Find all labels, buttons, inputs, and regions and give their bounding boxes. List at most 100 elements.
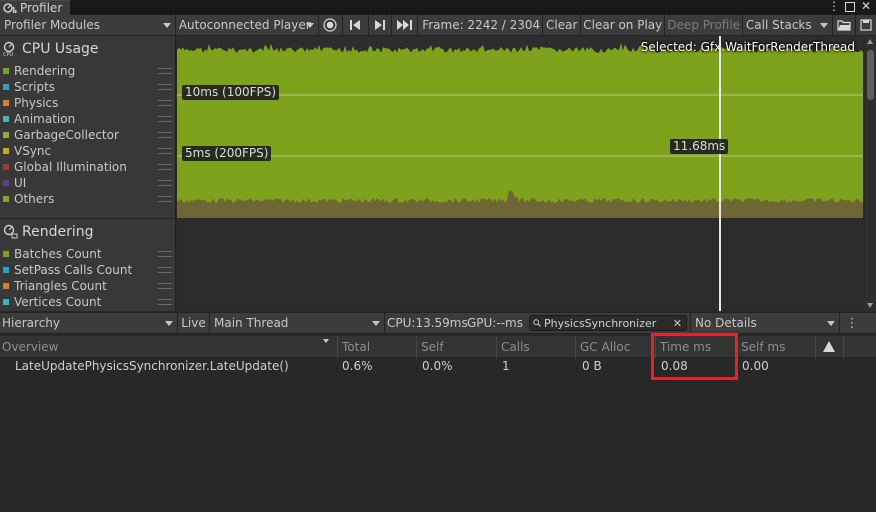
legend-item[interactable]: Physics bbox=[0, 95, 176, 111]
legend-swatch[interactable] bbox=[3, 132, 9, 138]
frame-cursor[interactable] bbox=[719, 36, 721, 311]
legend-swatch[interactable] bbox=[3, 68, 9, 74]
cpu-module-header[interactable]: CPU CPU Usage bbox=[0, 38, 99, 60]
thread-dropdown[interactable]: Main Thread bbox=[210, 312, 385, 334]
profiler-toolbar: Profiler Modules Autoconnected Player Fr… bbox=[0, 14, 876, 36]
legend-item[interactable]: Triangles Count bbox=[0, 278, 176, 294]
scrollbar-thumb[interactable] bbox=[867, 50, 874, 100]
search-input[interactable]: PhysicsSynchronizer bbox=[544, 317, 656, 330]
deep-profile-button[interactable]: Deep Profile bbox=[665, 14, 743, 36]
save-icon bbox=[860, 19, 872, 31]
close-icon[interactable]: ✕ bbox=[859, 0, 873, 14]
drag-handle-icon[interactable] bbox=[158, 299, 172, 305]
svg-text:CPU: CPU bbox=[3, 52, 14, 57]
drag-handle-icon[interactable] bbox=[158, 283, 172, 289]
gridline-10ms-label: 10ms (100FPS) bbox=[182, 85, 280, 100]
drag-handle-icon[interactable] bbox=[158, 196, 172, 202]
legend-item[interactable]: Rendering bbox=[0, 63, 176, 79]
next-frame-button[interactable] bbox=[369, 14, 393, 36]
drag-handle-icon[interactable] bbox=[158, 267, 172, 273]
rendering-module-header[interactable]: Rendering bbox=[0, 221, 94, 243]
legend-label: VSync bbox=[14, 144, 52, 158]
details-dropdown[interactable]: No Details bbox=[690, 312, 840, 334]
drag-handle-icon[interactable] bbox=[158, 68, 172, 74]
table-row[interactable]: LateUpdatePhysicsSynchronizer.LateUpdate… bbox=[0, 358, 876, 374]
row-total: 0.6% bbox=[342, 359, 373, 373]
legend-swatch[interactable] bbox=[3, 180, 9, 186]
profiler-tab[interactable]: Profiler bbox=[0, 0, 70, 15]
cpu-usage-chart[interactable] bbox=[177, 36, 863, 218]
legend-swatch[interactable] bbox=[3, 251, 9, 257]
legend-swatch[interactable] bbox=[3, 299, 9, 305]
cpu-icon: CPU bbox=[3, 41, 15, 57]
drag-handle-icon[interactable] bbox=[158, 180, 172, 186]
table-header: Overview Total Self Calls GC Alloc Time … bbox=[0, 336, 876, 358]
legend-swatch[interactable] bbox=[3, 283, 9, 289]
details-menu-icon[interactable]: ⋮ bbox=[840, 313, 864, 334]
column-warning[interactable] bbox=[815, 336, 843, 358]
save-button[interactable] bbox=[856, 15, 876, 36]
column-gc-alloc[interactable]: GC Alloc bbox=[575, 336, 655, 358]
legend-item[interactable]: Others bbox=[0, 191, 176, 207]
legend-swatch[interactable] bbox=[3, 267, 9, 273]
legend-swatch[interactable] bbox=[3, 196, 9, 202]
clear-on-play-button[interactable]: Clear on Play bbox=[581, 14, 666, 36]
legend-item[interactable]: SetPass Calls Count bbox=[0, 262, 176, 278]
legend-item[interactable]: Animation bbox=[0, 111, 176, 127]
drag-handle-icon[interactable] bbox=[158, 164, 172, 170]
details-label: No Details bbox=[695, 316, 757, 330]
chart-area[interactable]: 10ms (100FPS) 5ms (200FPS) Selected: Gfx… bbox=[177, 36, 865, 311]
current-frame-button[interactable] bbox=[392, 14, 419, 36]
drag-handle-icon[interactable] bbox=[158, 84, 172, 90]
view-mode-dropdown[interactable]: Hierarchy bbox=[0, 312, 178, 334]
drag-handle-icon[interactable] bbox=[158, 251, 172, 257]
drag-handle-icon[interactable] bbox=[158, 132, 172, 138]
cpu-rendering-area bbox=[177, 43, 863, 218]
legend-swatch[interactable] bbox=[3, 100, 9, 106]
drag-handle-icon[interactable] bbox=[158, 148, 172, 154]
legend-swatch[interactable] bbox=[3, 116, 9, 122]
column-self[interactable]: Self bbox=[416, 336, 496, 358]
legend-swatch[interactable] bbox=[3, 84, 9, 90]
details-toolbar: Hierarchy Live Main Thread CPU:13.59ms G… bbox=[0, 312, 876, 334]
search-icon bbox=[533, 319, 541, 327]
column-calls[interactable]: Calls bbox=[496, 336, 575, 358]
row-self-ms: 0.00 bbox=[742, 359, 769, 373]
call-stacks-dropdown[interactable]: Call Stacks bbox=[743, 14, 834, 36]
legend-item[interactable]: Global Illumination bbox=[0, 159, 176, 175]
warning-icon bbox=[823, 341, 835, 352]
rendering-chart[interactable] bbox=[177, 219, 863, 311]
maximize-icon[interactable] bbox=[843, 0, 857, 14]
search-field[interactable]: PhysicsSynchronizer ✕ bbox=[529, 315, 687, 331]
view-mode-label: Hierarchy bbox=[2, 316, 61, 330]
live-toggle[interactable]: Live bbox=[178, 312, 210, 334]
profiler-modules-dropdown[interactable]: Profiler Modules bbox=[0, 14, 176, 36]
kebab-menu-icon[interactable]: ⋮ bbox=[827, 0, 841, 14]
scroll-down-icon[interactable] bbox=[867, 303, 873, 308]
rendering-icon bbox=[3, 224, 18, 239]
column-total[interactable]: Total bbox=[337, 336, 416, 358]
first-frame-button[interactable] bbox=[343, 14, 369, 36]
drag-handle-icon[interactable] bbox=[158, 116, 172, 122]
legend-swatch[interactable] bbox=[3, 164, 9, 170]
chart-scrollbar[interactable] bbox=[865, 36, 876, 311]
chevron-down-icon bbox=[372, 320, 380, 326]
legend-item[interactable]: UI bbox=[0, 175, 176, 191]
column-self-ms[interactable]: Self ms bbox=[736, 336, 815, 358]
legend-item[interactable]: Vertices Count bbox=[0, 294, 176, 310]
chevron-down-icon bbox=[162, 22, 171, 28]
target-player-dropdown[interactable]: Autoconnected Player bbox=[176, 14, 319, 36]
legend-item[interactable]: GarbageCollector bbox=[0, 127, 176, 143]
drag-handle-icon[interactable] bbox=[158, 100, 172, 106]
legend-item[interactable]: VSync bbox=[0, 143, 176, 159]
clear-button[interactable]: Clear bbox=[543, 14, 582, 36]
legend-swatch[interactable] bbox=[3, 148, 9, 154]
legend-item[interactable]: Scripts bbox=[0, 79, 176, 95]
legend-item[interactable]: Batches Count bbox=[0, 246, 176, 262]
clear-search-icon[interactable]: ✕ bbox=[673, 316, 682, 331]
thread-label: Main Thread bbox=[214, 316, 289, 330]
load-button[interactable] bbox=[833, 14, 857, 36]
scroll-up-icon[interactable] bbox=[867, 39, 873, 44]
column-overview[interactable]: Overview bbox=[0, 336, 337, 358]
record-button[interactable] bbox=[319, 14, 343, 36]
